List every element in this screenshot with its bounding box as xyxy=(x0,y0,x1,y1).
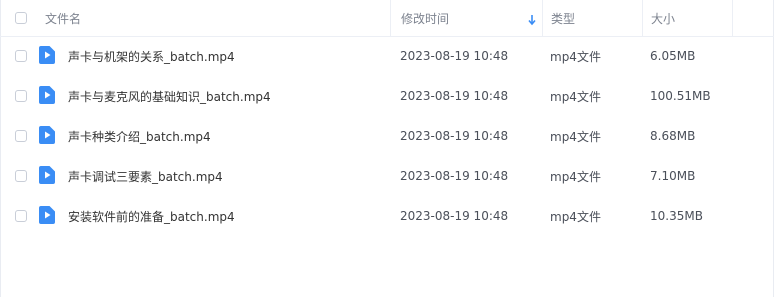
column-header-modified[interactable]: 修改时间 xyxy=(390,0,542,36)
file-type: mp4文件 xyxy=(550,49,601,64)
file-modified: 2023-08-19 10:48 xyxy=(400,89,509,103)
column-header-name-label: 文件名 xyxy=(45,11,82,26)
file-type: mp4文件 xyxy=(550,169,601,184)
sort-descending-icon[interactable] xyxy=(527,14,537,26)
file-list-panel: 文件名 修改时间 类型 大小 声卡与机架的关系_batch.mp4 2023-0… xyxy=(0,0,774,297)
file-row[interactable]: 声卡与机架的关系_batch.mp4 2023-08-19 10:48 mp4文… xyxy=(0,36,774,76)
list-header: 文件名 修改时间 类型 大小 xyxy=(0,0,774,37)
column-header-size-label: 大小 xyxy=(651,11,676,26)
row-checkbox[interactable] xyxy=(15,130,27,142)
column-header-type[interactable]: 类型 xyxy=(542,0,642,36)
file-size: 10.35MB xyxy=(650,209,703,223)
file-row[interactable]: 声卡种类介绍_batch.mp4 2023-08-19 10:48 mp4文件 … xyxy=(0,116,774,156)
file-size: 7.10MB xyxy=(650,169,696,183)
row-checkbox[interactable] xyxy=(15,90,27,102)
video-file-icon xyxy=(39,46,55,64)
file-name[interactable]: 声卡种类介绍_batch.mp4 xyxy=(68,116,211,156)
file-size: 100.51MB xyxy=(650,89,711,103)
row-checkbox[interactable] xyxy=(15,50,27,62)
column-header-name[interactable]: 文件名 xyxy=(45,0,390,36)
row-checkbox[interactable] xyxy=(15,170,27,182)
file-modified: 2023-08-19 10:48 xyxy=(400,49,509,63)
file-type: mp4文件 xyxy=(550,89,601,104)
column-header-spacer xyxy=(732,0,773,36)
video-file-icon xyxy=(39,166,55,184)
file-size: 8.68MB xyxy=(650,129,696,143)
file-type: mp4文件 xyxy=(550,129,601,144)
column-header-type-label: 类型 xyxy=(551,11,576,26)
file-name[interactable]: 安装软件前的准备_batch.mp4 xyxy=(68,196,235,236)
video-file-icon xyxy=(39,206,55,224)
select-all-checkbox[interactable] xyxy=(15,12,27,24)
column-header-modified-label: 修改时间 xyxy=(401,11,450,26)
file-row[interactable]: 安装软件前的准备_batch.mp4 2023-08-19 10:48 mp4文… xyxy=(0,196,774,236)
file-modified: 2023-08-19 10:48 xyxy=(400,129,509,143)
file-name[interactable]: 声卡与麦克风的基础知识_batch.mp4 xyxy=(68,76,271,116)
row-checkbox[interactable] xyxy=(15,210,27,222)
file-modified: 2023-08-19 10:48 xyxy=(400,209,509,223)
video-file-icon xyxy=(39,126,55,144)
file-modified: 2023-08-19 10:48 xyxy=(400,169,509,183)
file-type: mp4文件 xyxy=(550,209,601,224)
file-size: 6.05MB xyxy=(650,49,696,63)
file-name[interactable]: 声卡与机架的关系_batch.mp4 xyxy=(68,36,235,76)
file-row[interactable]: 声卡与麦克风的基础知识_batch.mp4 2023-08-19 10:48 m… xyxy=(0,76,774,116)
file-name[interactable]: 声卡调试三要素_batch.mp4 xyxy=(68,156,223,196)
video-file-icon xyxy=(39,86,55,104)
column-header-size[interactable]: 大小 xyxy=(642,0,732,36)
file-row[interactable]: 声卡调试三要素_batch.mp4 2023-08-19 10:48 mp4文件… xyxy=(0,156,774,196)
